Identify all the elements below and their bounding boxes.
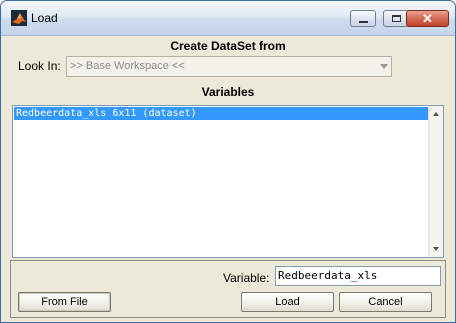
window-title: Load (31, 11, 58, 25)
variables-list[interactable]: Redbeerdata_xls 6x11 (dataset) (12, 105, 444, 258)
create-dataset-heading: Create DataSet from (170, 39, 286, 53)
matlab-logo-icon (11, 10, 27, 26)
from-file-button[interactable]: From File (18, 292, 111, 312)
look-in-dropdown[interactable]: >> Base Workspace << (66, 56, 392, 77)
chevron-down-icon (380, 64, 388, 69)
scroll-down-arrow-icon[interactable] (433, 247, 439, 251)
variable-label: Variable: (223, 271, 270, 285)
cancel-button[interactable]: Cancel (339, 292, 432, 312)
vertical-scrollbar[interactable] (428, 106, 443, 257)
load-dialog: Load ✕ Create DataSet from Look In: >> B… (0, 0, 456, 323)
variables-heading: Variables (201, 85, 255, 99)
scroll-up-arrow-icon[interactable] (433, 112, 439, 116)
minimize-icon (359, 21, 368, 23)
close-button[interactable]: ✕ (406, 10, 449, 27)
look-in-label: Look In: (18, 59, 61, 73)
title-bar[interactable]: Load ✕ (1, 1, 455, 36)
maximize-icon (392, 15, 401, 22)
list-item[interactable]: Redbeerdata_xls 6x11 (dataset) (14, 107, 428, 120)
load-button[interactable]: Load (241, 292, 334, 312)
close-icon: ✕ (422, 11, 433, 26)
minimize-button[interactable] (350, 10, 376, 27)
variable-name-field[interactable]: Redbeerdata_xls (275, 266, 441, 286)
look-in-value: >> Base Workspace << (70, 60, 185, 72)
